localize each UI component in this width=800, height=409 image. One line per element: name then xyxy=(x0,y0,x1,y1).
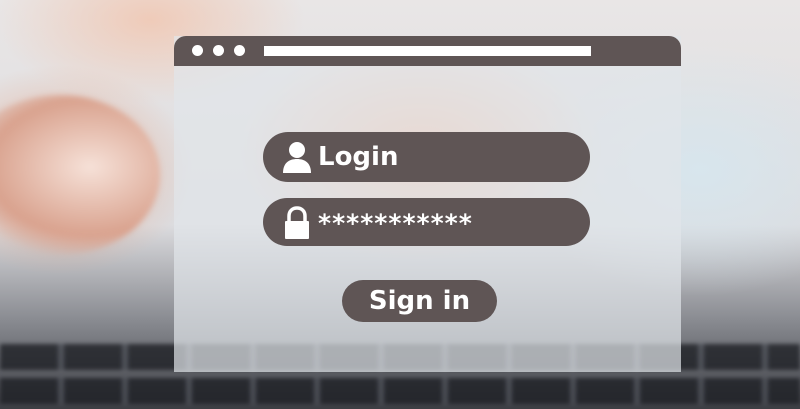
login-field[interactable]: Login xyxy=(263,132,590,182)
address-bar[interactable] xyxy=(264,46,591,56)
user-icon xyxy=(281,140,313,174)
close-dot-icon[interactable] xyxy=(192,45,203,56)
password-input-value[interactable]: *********** xyxy=(318,209,473,239)
browser-window: Login *********** Sign in xyxy=(174,36,681,372)
title-bar xyxy=(174,36,681,66)
login-input-value[interactable]: Login xyxy=(318,142,398,172)
finger-blur xyxy=(0,95,160,255)
minimize-dot-icon[interactable] xyxy=(213,45,224,56)
lock-icon xyxy=(281,206,313,240)
maximize-dot-icon[interactable] xyxy=(234,45,245,56)
keyboard-row xyxy=(0,378,800,404)
password-field[interactable]: *********** xyxy=(263,198,590,246)
sign-in-button[interactable]: Sign in xyxy=(342,280,497,322)
